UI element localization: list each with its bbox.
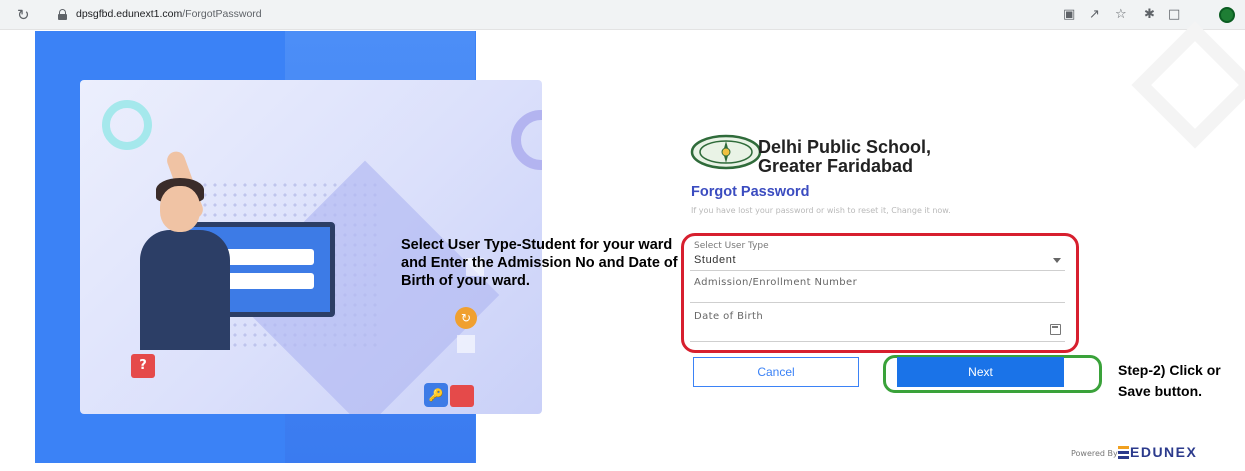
annotation-step2: Step-2) Click or Save button. xyxy=(1118,360,1245,402)
admission-underline xyxy=(690,302,1065,303)
cancel-button[interactable]: Cancel xyxy=(693,357,859,387)
calendar-icon[interactable] xyxy=(1050,324,1061,335)
school-name: Delhi Public School, Greater Faridabad xyxy=(758,138,931,176)
reload-icon[interactable]: ↻ xyxy=(17,6,30,24)
decor-ring xyxy=(102,100,152,150)
browser-toolbar: ↻ dpsgfbd.edunext1.com/ForgotPassword ▣ … xyxy=(0,0,1245,30)
annotation-step2-line2: Save button. xyxy=(1118,383,1203,399)
school-name-line1: Delhi Public School, xyxy=(758,137,932,157)
school-name-line2: Greater Faridabad xyxy=(758,156,914,176)
highlight-box-red xyxy=(681,233,1079,353)
question-mark-icon: ? xyxy=(131,354,155,378)
next-button[interactable]: Next xyxy=(897,357,1064,387)
refresh-icon: ↻ xyxy=(455,307,477,329)
date-of-birth-field[interactable]: Date of Birth xyxy=(694,311,763,322)
decor-square xyxy=(457,335,475,353)
decor-ring xyxy=(511,110,542,170)
annotation-step2-line1: Step-2) Click or xyxy=(1118,362,1221,378)
edunext-logo-icon xyxy=(1118,446,1129,459)
form-subtitle: If you have lost your password or wish t… xyxy=(691,206,951,215)
url-domain: dpsgfbd.edunext1.com xyxy=(76,8,183,20)
form-title: Forgot Password xyxy=(691,184,810,200)
select-underline xyxy=(690,270,1065,271)
cup-image xyxy=(450,385,474,407)
decor-square-outline xyxy=(1131,21,1245,149)
address-bar[interactable]: dpsgfbd.edunext1.com/ForgotPassword xyxy=(76,8,262,20)
extensions-icon[interactable]: ✱ xyxy=(1144,7,1155,23)
bookmark-star-icon[interactable]: ☆ xyxy=(1115,7,1127,23)
tab-view-icon[interactable]: □ xyxy=(1168,7,1180,23)
user-type-select[interactable]: Student xyxy=(694,254,736,266)
lock-icon[interactable] xyxy=(58,9,67,20)
person-head xyxy=(160,186,200,232)
annotation-step1: Select User Type-Student for your ward a… xyxy=(401,237,678,289)
person-body xyxy=(140,230,230,350)
edunext-brand[interactable]: EDUNEX xyxy=(1130,444,1197,460)
school-logo xyxy=(690,134,762,170)
admission-number-field[interactable]: Admission/Enrollment Number xyxy=(694,277,857,288)
chevron-down-icon[interactable] xyxy=(1053,258,1061,263)
url-path: /ForgotPassword xyxy=(182,8,262,20)
user-type-label: Select User Type xyxy=(694,241,769,251)
dob-underline xyxy=(690,341,1065,342)
profile-avatar[interactable] xyxy=(1219,7,1235,23)
powered-by-label: Powered By xyxy=(1071,449,1118,458)
key-icon: 🔑 xyxy=(424,383,448,407)
screenshot-icon[interactable]: ▣ xyxy=(1063,7,1075,23)
share-icon[interactable]: ↗ xyxy=(1089,7,1100,23)
